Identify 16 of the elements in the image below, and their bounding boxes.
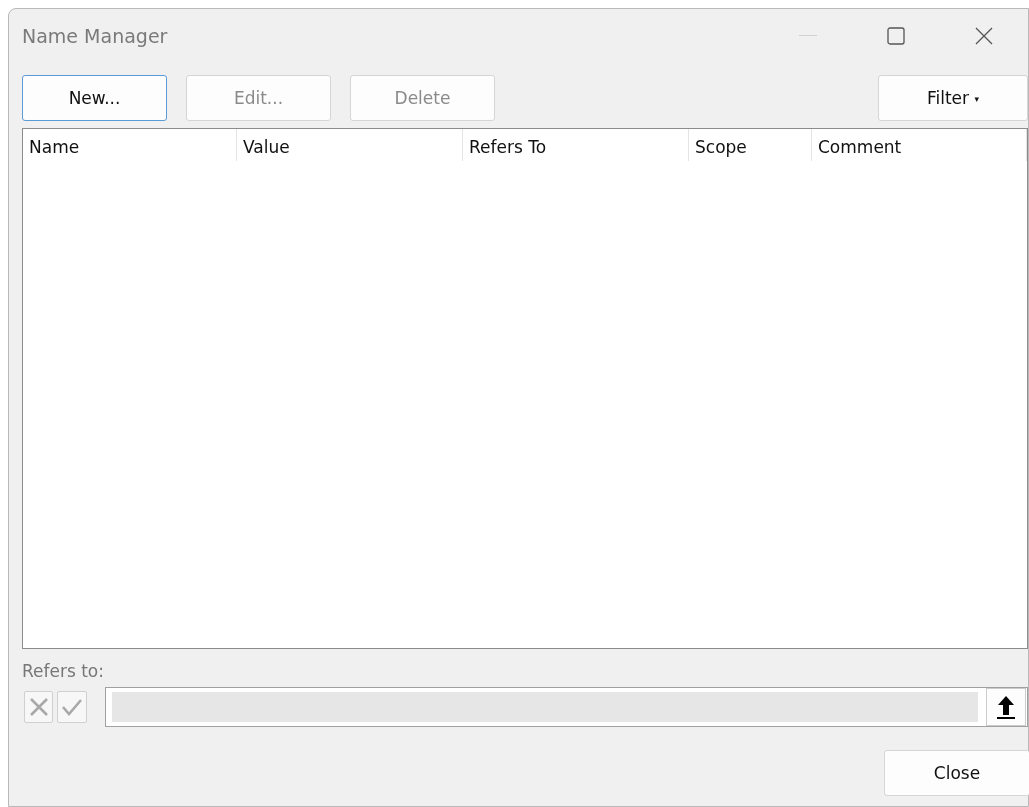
close-button[interactable]: Close	[884, 750, 1029, 796]
cross-icon	[28, 697, 49, 717]
column-header[interactable]: Comment	[812, 129, 1027, 161]
filter-button[interactable]: Filter ▾	[878, 75, 1028, 121]
checkmark-icon	[61, 697, 84, 717]
close-icon[interactable]	[975, 27, 993, 45]
column-header[interactable]: Scope	[689, 129, 812, 161]
maximize-icon[interactable]	[887, 27, 905, 45]
column-header[interactable]: Refers To	[463, 129, 689, 161]
names-list[interactable]: Name Value Refers To Scope Comment	[22, 128, 1028, 649]
window-title: Name Manager	[22, 25, 169, 47]
toolbar-button[interactable]: New...	[22, 75, 167, 121]
column-header[interactable]: Name	[23, 129, 237, 161]
up-arrow-icon	[994, 694, 1017, 720]
column-header[interactable]: Value	[237, 129, 463, 161]
refers-to-label: Refers to:	[21, 660, 105, 681]
